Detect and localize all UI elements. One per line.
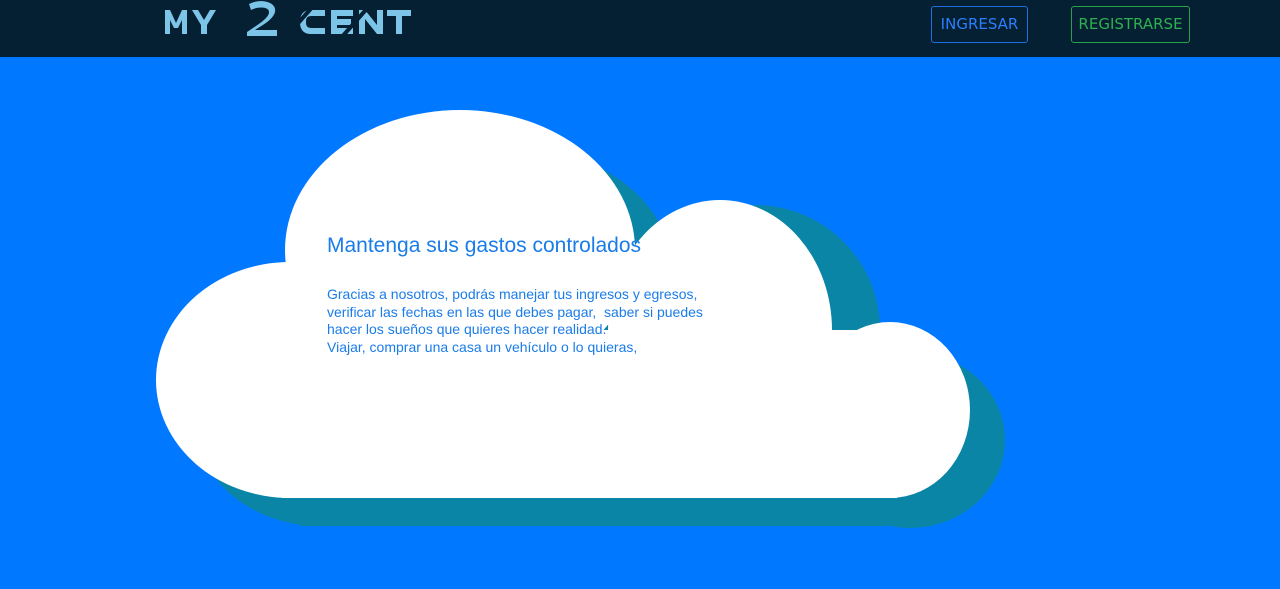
hero-title: Mantenga sus gastos controlados [327, 234, 642, 257]
hero-line: Gracias a nosotros, podrás manejar tus i… [327, 286, 698, 302]
hero-line: Viajar, comprar una casa un vehículo o l… [327, 338, 638, 355]
hero-content: Mantenga sus gastos controlados Gracias … [327, 232, 747, 356]
hero-description: Gracias a nosotros, podrás manejar tus i… [327, 286, 747, 356]
hero-line: hacer los sueños que quieres hacer reali… [327, 321, 607, 337]
hero-line: verificar las fechas en las que debes pa… [327, 303, 703, 320]
